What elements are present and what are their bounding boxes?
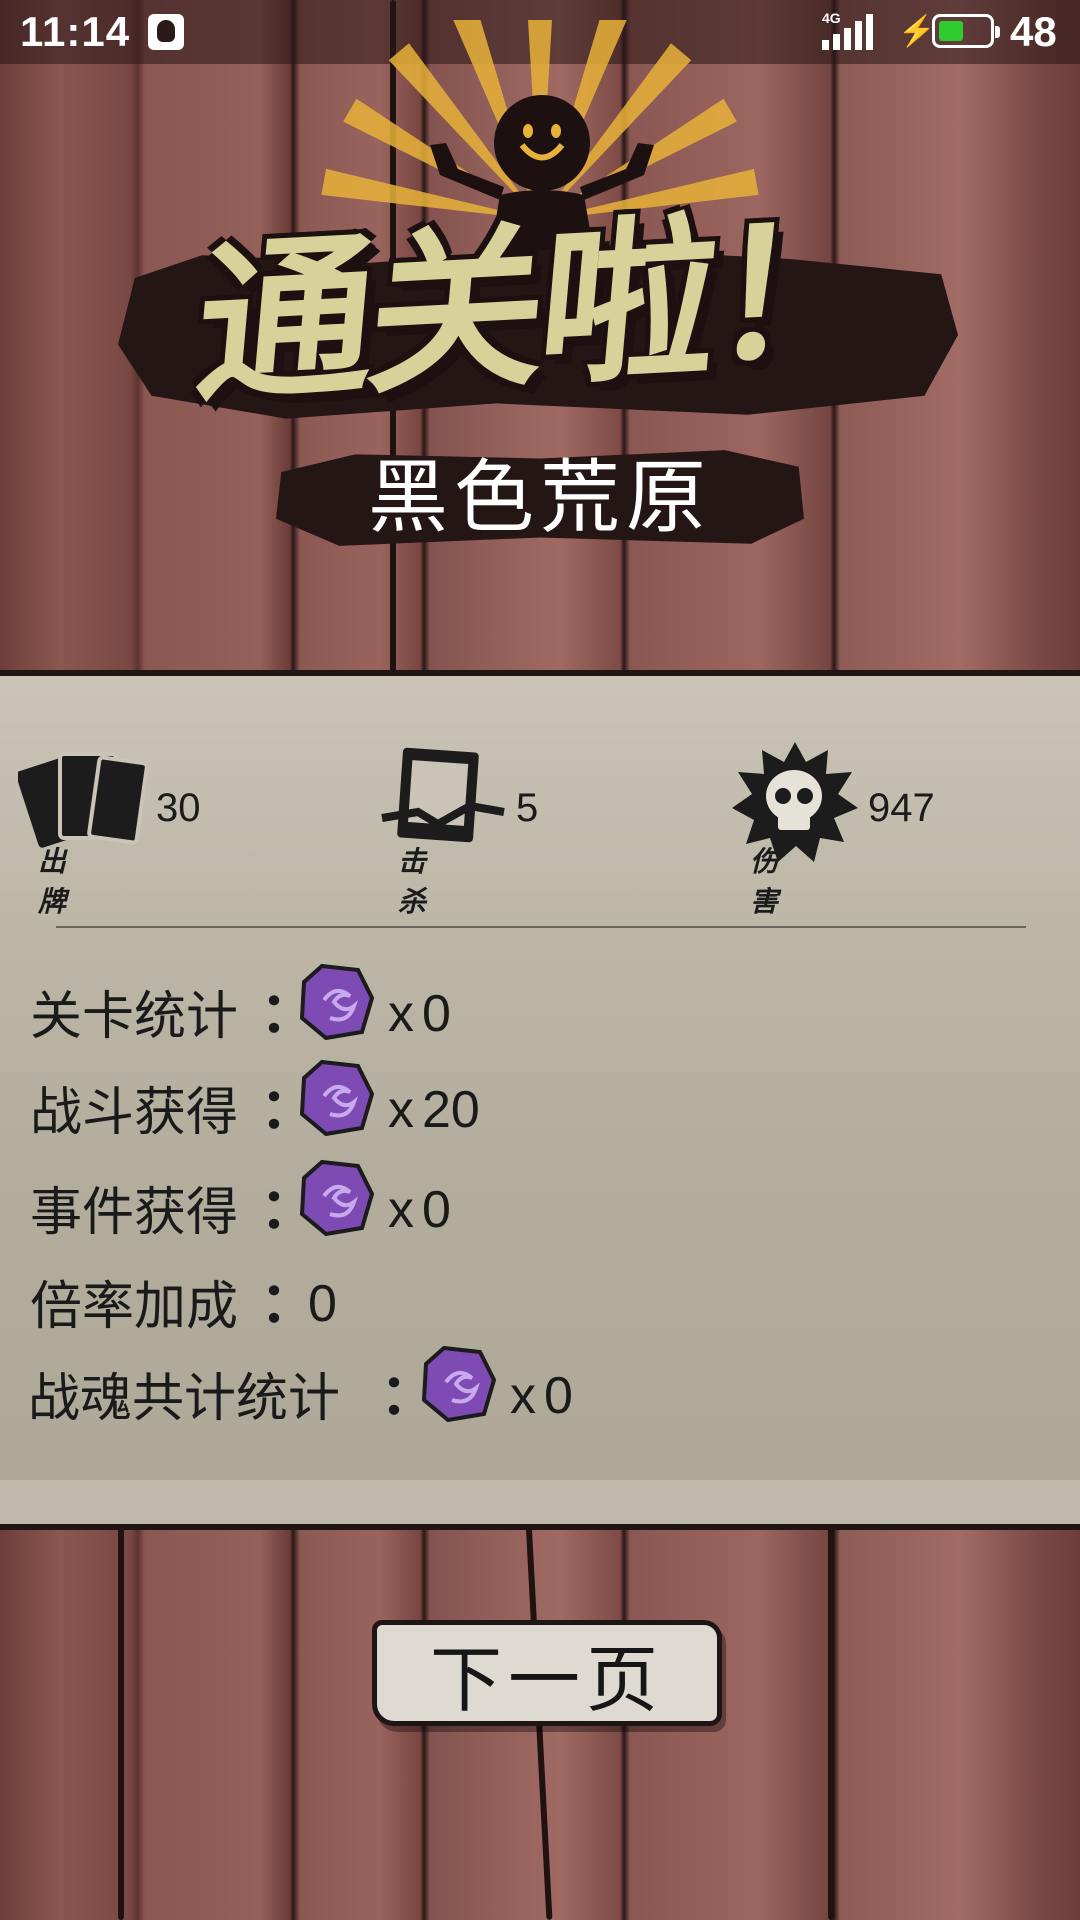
soul-gem-icon xyxy=(300,1160,374,1236)
stat-value: 5 xyxy=(516,786,539,830)
reward-value: 0 xyxy=(422,1181,451,1239)
reward-multiplier: x xyxy=(388,1181,414,1239)
charging-icon: ⚡ xyxy=(898,15,936,48)
stage-name: 黑色荒原 xyxy=(368,451,712,544)
battery-level: 48 xyxy=(1010,8,1057,55)
reward-label: 战魂共计统计 xyxy=(28,1369,341,1429)
stat-value: 30 xyxy=(156,786,201,830)
soul-gem-icon xyxy=(422,1346,496,1422)
qq-icon xyxy=(148,14,184,50)
signal-icon xyxy=(822,14,878,50)
status-time: 11:14 xyxy=(20,8,131,55)
stat-caption: 出牌 xyxy=(38,845,67,918)
reward-value: 20 xyxy=(422,1081,480,1139)
stat-caption: 击杀 xyxy=(398,845,427,918)
battery-fill xyxy=(939,21,963,41)
soul-gem-icon xyxy=(300,1060,374,1136)
reward-value: 0 xyxy=(544,1367,573,1425)
reward-label: 倍率加成 xyxy=(30,1277,239,1337)
soul-gem-icon xyxy=(300,964,374,1040)
stat-value: 947 xyxy=(868,786,935,830)
plank-seam xyxy=(828,1520,834,1920)
panel-bottom-strip xyxy=(0,1480,1080,1530)
plank-seam xyxy=(118,1520,124,1920)
next-page-button[interactable]: 下一页 xyxy=(372,1620,722,1726)
reward-value: 0 xyxy=(308,1275,337,1333)
reward-multiplier: x xyxy=(388,1081,414,1139)
stage-clear-title: 通关啦！ xyxy=(188,187,892,428)
reward-label: 战斗获得 xyxy=(30,1083,239,1143)
stat-caption: 伤害 xyxy=(750,845,779,918)
reward-label: 事件获得 xyxy=(30,1183,239,1243)
battery-icon xyxy=(932,14,1000,48)
reward-multiplier: x xyxy=(510,1367,536,1425)
panel-divider xyxy=(56,926,1026,928)
reward-value: 0 xyxy=(422,985,451,1043)
reward-label: 关卡统计 xyxy=(30,987,239,1047)
reward-multiplier: x xyxy=(388,985,414,1043)
